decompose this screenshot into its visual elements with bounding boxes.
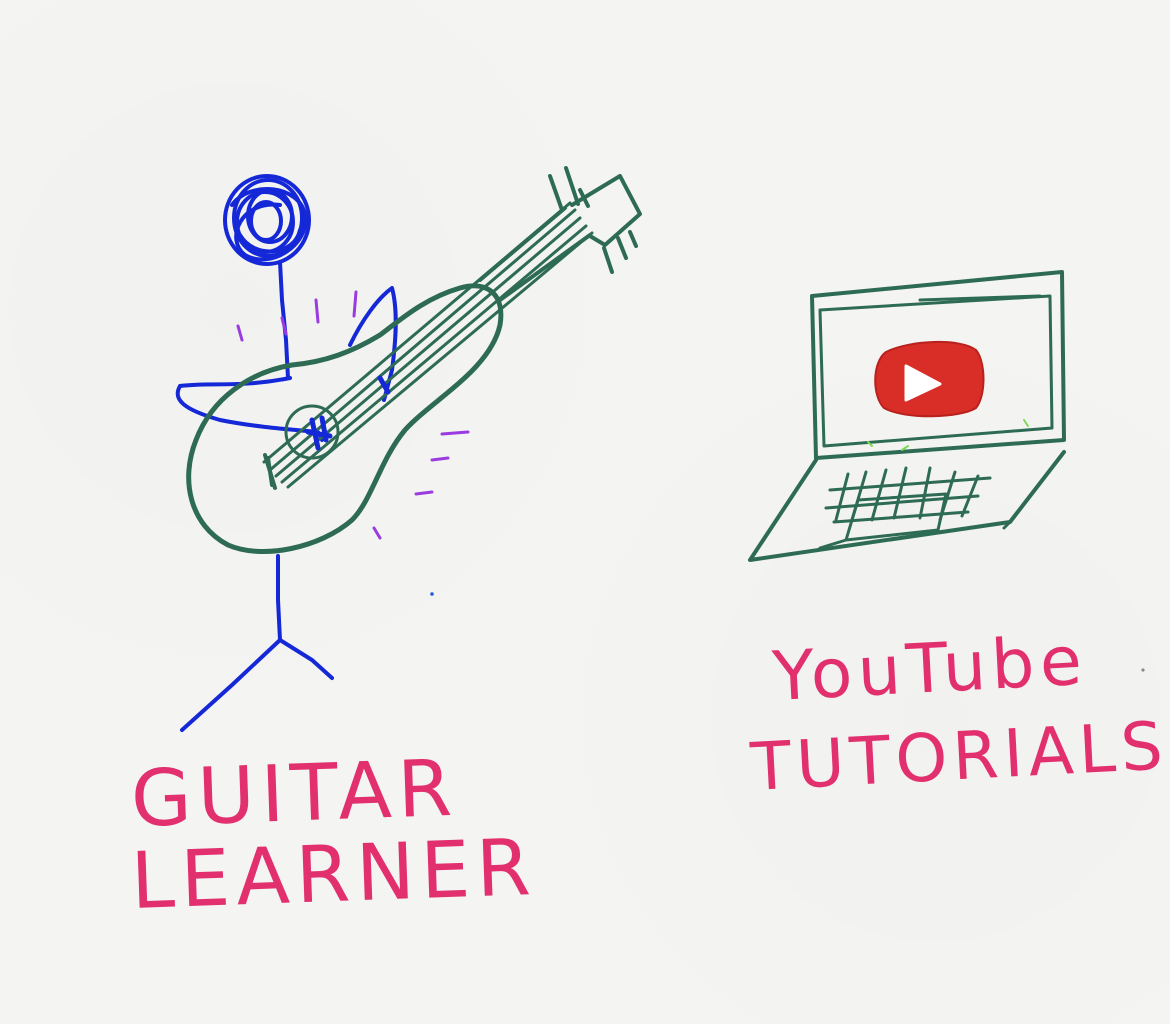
tutorials-label: YouTube TUTORIALS bbox=[748, 622, 1170, 806]
ink-dot bbox=[1141, 668, 1145, 672]
left-leg bbox=[180, 638, 282, 732]
learner-label-line2: LEARNER bbox=[130, 823, 539, 927]
sketch-canvas: GUITAR LEARNER YouTube TUTORIALS bbox=[0, 0, 1170, 1024]
guitar bbox=[186, 166, 642, 554]
ink-dot bbox=[430, 592, 434, 596]
stick-figure bbox=[175, 174, 398, 732]
sketch-drawing: GUITAR LEARNER YouTube TUTORIALS bbox=[130, 166, 1170, 927]
body-line bbox=[276, 554, 282, 642]
learner-label: GUITAR LEARNER bbox=[130, 744, 539, 927]
laptop bbox=[748, 270, 1066, 562]
youtube-play-icon bbox=[874, 341, 985, 418]
tutorials-label-line2: TUTORIALS bbox=[748, 707, 1170, 806]
head-scribble bbox=[223, 174, 311, 266]
guitar-strings bbox=[262, 201, 594, 489]
laptop-keyboard bbox=[824, 466, 992, 524]
right-leg bbox=[278, 638, 334, 680]
tutorials-label-line1: YouTube bbox=[770, 622, 1089, 717]
